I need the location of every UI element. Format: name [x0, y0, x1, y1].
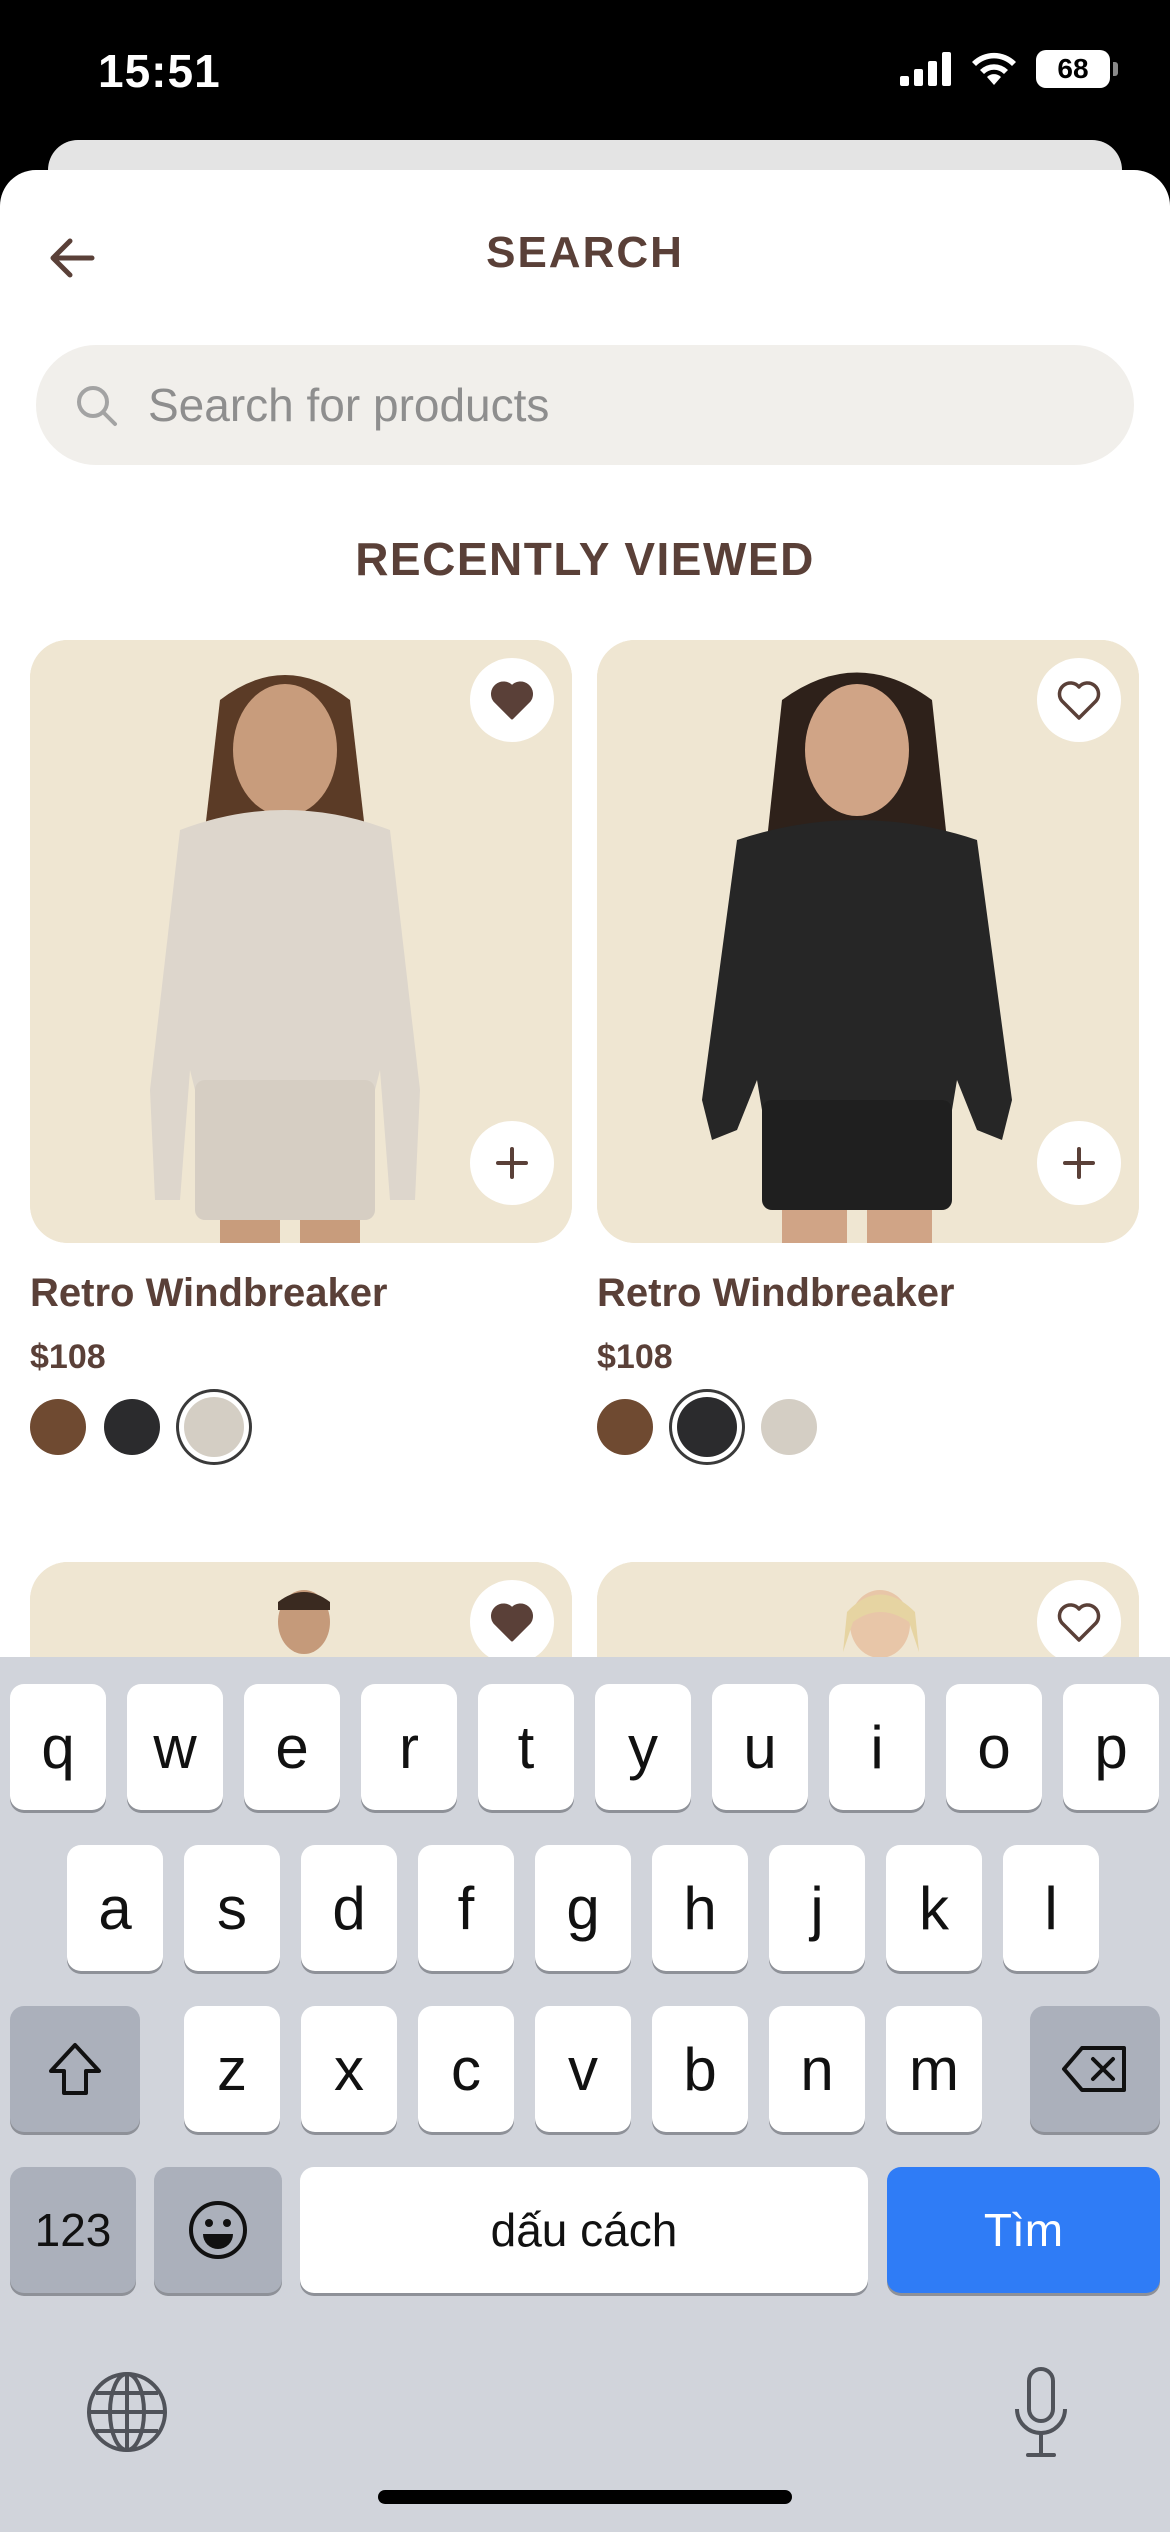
shift-icon [49, 2043, 101, 2095]
heart-filled-icon [491, 1603, 533, 1642]
heart-outline-icon [1057, 1603, 1101, 1642]
swatch-black[interactable] [104, 1399, 160, 1455]
search-icon [77, 386, 117, 426]
key-m[interactable]: m [886, 2006, 982, 2132]
globe-icon [87, 2372, 167, 2452]
key-d[interactable]: d [301, 1845, 397, 1971]
color-swatches [597, 1397, 1139, 1457]
product-card[interactable]: Retro Windbreaker $108 [30, 640, 572, 1457]
key-n[interactable]: n [769, 2006, 865, 2132]
add-to-bag-button[interactable] [470, 1121, 554, 1205]
search-key[interactable]: Tìm [887, 2167, 1160, 2293]
emoji-icon [189, 2201, 247, 2259]
key-j[interactable]: j [769, 1845, 865, 1971]
key-u[interactable]: u [712, 1684, 808, 1810]
globe-key[interactable] [84, 2369, 170, 2455]
favorite-button[interactable] [470, 658, 554, 742]
swatch-stone-selected[interactable] [184, 1397, 244, 1457]
search-bar[interactable] [36, 345, 1134, 465]
product-card[interactable]: Retro Windbreaker $108 [597, 640, 1139, 1457]
key-a[interactable]: a [67, 1845, 163, 1971]
swatch-black-selected[interactable] [677, 1397, 737, 1457]
favorite-button[interactable] [1037, 1580, 1121, 1664]
swatch-brown[interactable] [30, 1399, 86, 1455]
product-name[interactable]: Retro Windbreaker [597, 1271, 1139, 1316]
wifi-icon [972, 52, 1016, 85]
product-price: $108 [30, 1338, 106, 1376]
key-z[interactable]: z [184, 2006, 280, 2132]
key-w[interactable]: w [127, 1684, 223, 1810]
product-image[interactable] [597, 640, 1139, 1243]
swatch-brown[interactable] [597, 1399, 653, 1455]
numbers-key[interactable]: 123 [10, 2167, 136, 2293]
battery-icon: 68 [1036, 50, 1118, 88]
home-indicator[interactable] [378, 2490, 792, 2504]
product-card[interactable] [30, 1562, 572, 1670]
page-title: SEARCH [486, 228, 684, 277]
product-image[interactable] [30, 1562, 572, 1670]
key-r[interactable]: r [361, 1684, 457, 1810]
space-key[interactable]: dấu cách [300, 2167, 868, 2293]
shift-key[interactable] [10, 2006, 140, 2132]
key-f[interactable]: f [418, 1845, 514, 1971]
key-t[interactable]: t [478, 1684, 574, 1810]
keyboard: q w e r t y u i o p a s d f g h j k l z … [0, 1657, 1170, 2532]
product-image[interactable] [597, 1562, 1139, 1670]
search-sheet: SEARCH RECENTLY VIEWED [0, 170, 1170, 1670]
recently-viewed-title: RECENTLY VIEWED [355, 533, 815, 585]
emoji-key[interactable] [154, 2167, 282, 2293]
color-swatches [30, 1397, 572, 1457]
status-icons: 68 [900, 50, 1118, 88]
favorite-button[interactable] [1037, 658, 1121, 742]
key-b[interactable]: b [652, 2006, 748, 2132]
favorite-button[interactable] [470, 1580, 554, 1664]
heart-filled-icon [491, 681, 533, 720]
key-h[interactable]: h [652, 1845, 748, 1971]
product-card[interactable] [597, 1562, 1139, 1670]
microphone-icon [1015, 2367, 1067, 2457]
key-y[interactable]: y [595, 1684, 691, 1810]
key-s[interactable]: s [184, 1845, 280, 1971]
key-e[interactable]: e [244, 1684, 340, 1810]
key-k[interactable]: k [886, 1845, 982, 1971]
search-input[interactable] [148, 345, 1088, 465]
product-name[interactable]: Retro Windbreaker [30, 1271, 572, 1316]
delete-key[interactable] [1030, 2006, 1160, 2132]
cellular-signal-icon [900, 52, 951, 86]
heart-outline-icon [1057, 681, 1101, 720]
key-i[interactable]: i [829, 1684, 925, 1810]
key-q[interactable]: q [10, 1684, 106, 1810]
plus-icon [1063, 1147, 1095, 1179]
plus-icon [496, 1147, 528, 1179]
key-g[interactable]: g [535, 1845, 631, 1971]
status-time: 15:51 [98, 45, 221, 97]
key-l[interactable]: l [1003, 1845, 1099, 1971]
product-price: $108 [597, 1338, 673, 1376]
status-bar: 15:51 68 [0, 0, 1170, 150]
key-p[interactable]: p [1063, 1684, 1159, 1810]
dictation-key[interactable] [1010, 2365, 1072, 2461]
swatch-stone[interactable] [761, 1399, 817, 1455]
product-image[interactable] [30, 640, 572, 1243]
key-x[interactable]: x [301, 2006, 397, 2132]
backspace-icon [1062, 2046, 1126, 2092]
add-to-bag-button[interactable] [1037, 1121, 1121, 1205]
key-o[interactable]: o [946, 1684, 1042, 1810]
key-v[interactable]: v [535, 2006, 631, 2132]
key-c[interactable]: c [418, 2006, 514, 2132]
